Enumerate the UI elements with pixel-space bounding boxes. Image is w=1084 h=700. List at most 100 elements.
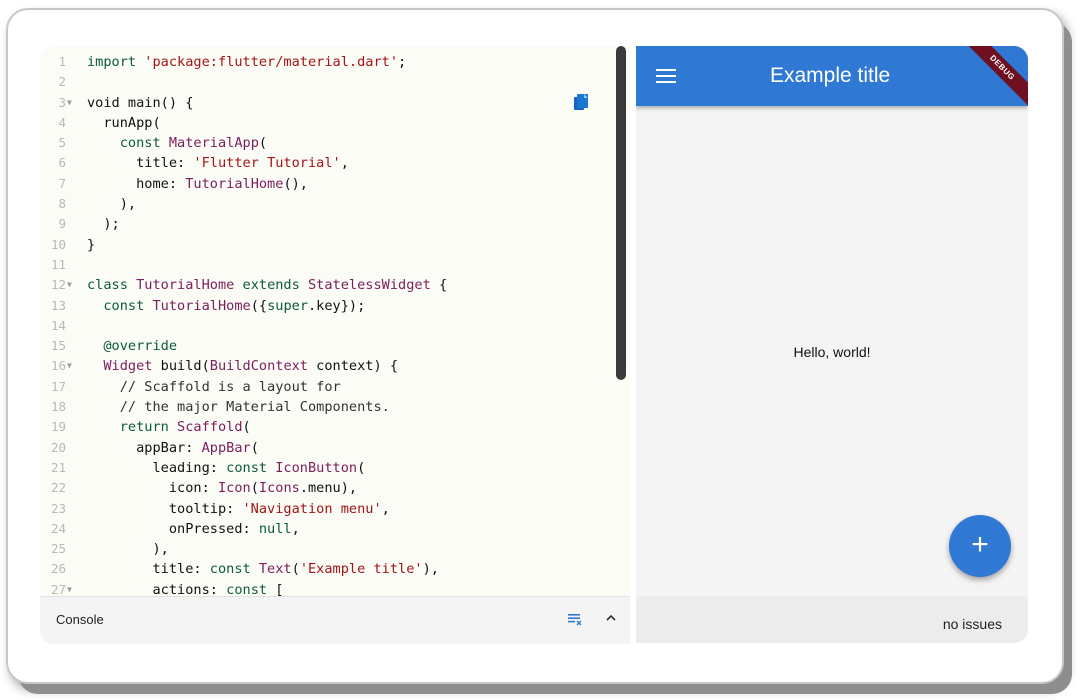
fold-gutter bbox=[66, 72, 77, 92]
code-text: title: const Text('Example title'), bbox=[87, 561, 439, 578]
line-number: 18 bbox=[50, 399, 66, 415]
code-text: ), bbox=[87, 541, 169, 558]
code-line[interactable]: 8 ), bbox=[40, 194, 630, 214]
line-number: 3 bbox=[58, 94, 66, 110]
code-line[interactable]: 21 leading: const IconButton( bbox=[40, 458, 630, 478]
fold-gutter bbox=[66, 336, 77, 356]
line-number: 4 bbox=[58, 114, 66, 130]
code-line[interactable]: 7 home: TutorialHome(), bbox=[40, 174, 630, 194]
line-number: 24 bbox=[50, 520, 66, 536]
console-label: Console bbox=[56, 612, 104, 627]
code-line[interactable]: 15 @override bbox=[40, 336, 630, 356]
code-line[interactable]: 25 ), bbox=[40, 539, 630, 559]
code-line[interactable]: 26 title: const Text('Example title'), bbox=[40, 559, 630, 579]
code-line[interactable]: 13 const TutorialHome({super.key}); bbox=[40, 296, 630, 316]
fold-gutter bbox=[66, 438, 77, 458]
code-text: @override bbox=[103, 338, 178, 355]
line-number: 23 bbox=[50, 500, 66, 516]
code-line[interactable]: 22 icon: Icon(Icons.menu), bbox=[40, 478, 630, 498]
code-lines[interactable]: 1 import 'package:flutter/material.dart';… bbox=[40, 52, 630, 600]
fold-gutter bbox=[66, 377, 77, 397]
fold-gutter bbox=[66, 499, 77, 519]
line-number: 19 bbox=[50, 419, 66, 435]
line-number: 16 bbox=[50, 358, 66, 374]
code-text: title: 'Flutter Tutorial', bbox=[87, 155, 349, 172]
menu-icon[interactable] bbox=[656, 68, 676, 84]
code-line[interactable]: 12 ▼ class TutorialHome extends StatelessW… bbox=[40, 275, 630, 295]
editor-scrollbar[interactable] bbox=[616, 46, 626, 380]
fold-gutter bbox=[66, 113, 77, 133]
line-number: 13 bbox=[50, 297, 66, 313]
console-bar: Console bbox=[40, 596, 630, 644]
line-number: 8 bbox=[58, 196, 66, 212]
code-text: // the major Material Components. bbox=[87, 399, 390, 416]
code-text: appBar: AppBar( bbox=[87, 439, 259, 456]
fold-gutter bbox=[66, 397, 77, 417]
line-number: 1 bbox=[58, 54, 66, 69]
code-line[interactable]: 20 appBar: AppBar( bbox=[40, 438, 630, 458]
app-title: Example title bbox=[770, 64, 891, 87]
status-bar: no issues bbox=[636, 596, 1028, 643]
code-text: const MaterialApp( bbox=[119, 135, 268, 152]
code-line[interactable]: 24 onPressed: null, bbox=[40, 519, 630, 539]
code-line[interactable]: 2 bbox=[40, 72, 630, 92]
code-line[interactable]: 10} bbox=[40, 235, 630, 255]
code-line[interactable]: 18 // the major Material Components. bbox=[40, 397, 630, 417]
fold-gutter bbox=[66, 316, 77, 336]
add-fab-button[interactable]: + bbox=[949, 515, 1011, 577]
code-line[interactable]: 14 bbox=[40, 316, 630, 336]
code-line[interactable]: 19 return Scaffold( bbox=[40, 417, 630, 437]
status-text: no issues bbox=[942, 616, 1002, 632]
code-text: runApp( bbox=[87, 114, 161, 131]
fold-arrow-icon[interactable]: ▼ bbox=[66, 356, 77, 376]
fold-gutter bbox=[66, 417, 77, 437]
line-number: 5 bbox=[58, 135, 66, 151]
code-line[interactable]: 4 runApp( bbox=[40, 113, 630, 133]
line-number: 22 bbox=[50, 480, 66, 496]
code-text: class TutorialHome extends StatelessWidg… bbox=[87, 277, 448, 294]
code-text: Widget build(BuildContext context) { bbox=[103, 358, 399, 375]
code-text: ); bbox=[87, 216, 120, 233]
code-line[interactable]: 3 ▼ void main() { bbox=[40, 93, 630, 113]
code-line[interactable]: 16 ▼ Widget build(BuildContext context) { bbox=[40, 356, 630, 376]
code-line[interactable]: 11 bbox=[40, 255, 630, 275]
fold-gutter bbox=[66, 296, 77, 316]
line-number: 12 bbox=[50, 277, 66, 293]
clear-console-icon[interactable] bbox=[568, 614, 582, 626]
code-text: icon: Icon(Icons.menu), bbox=[87, 480, 358, 497]
code-line[interactable]: 17 // Scaffold is a layout for bbox=[40, 377, 630, 397]
line-number: 25 bbox=[50, 541, 66, 557]
code-text: leading: const IconButton( bbox=[87, 459, 366, 476]
app-preview: Example title DEBUG Hello, world! + bbox=[636, 46, 1028, 596]
fold-gutter bbox=[66, 235, 77, 255]
line-number: 9 bbox=[58, 216, 66, 232]
code-line[interactable]: 5 const MaterialApp( bbox=[40, 133, 630, 153]
code-line[interactable]: 23 tooltip: 'Navigation menu', bbox=[40, 499, 630, 519]
fold-gutter bbox=[66, 52, 77, 72]
app-bar: Example title bbox=[636, 46, 1028, 106]
fold-gutter bbox=[66, 174, 77, 194]
line-number: 10 bbox=[50, 236, 66, 252]
code-text: void main() { bbox=[87, 94, 194, 111]
chevron-up-icon[interactable] bbox=[604, 611, 618, 625]
line-number: 21 bbox=[50, 459, 66, 475]
line-number: 11 bbox=[50, 256, 66, 272]
fold-gutter bbox=[66, 519, 77, 539]
line-number: 17 bbox=[50, 378, 66, 394]
line-number: 15 bbox=[50, 338, 66, 354]
fold-arrow-icon[interactable]: ▼ bbox=[66, 275, 77, 295]
fold-gutter bbox=[66, 539, 77, 559]
fold-arrow-icon[interactable]: ▼ bbox=[66, 93, 77, 113]
line-number: 6 bbox=[58, 155, 66, 171]
code-editor[interactable]: 1 import 'package:flutter/material.dart';… bbox=[40, 46, 630, 643]
code-text: onPressed: null, bbox=[87, 520, 300, 537]
fold-gutter bbox=[66, 133, 77, 153]
code-line[interactable]: 9 ); bbox=[40, 214, 630, 234]
copy-icon[interactable] bbox=[573, 94, 589, 112]
code-line[interactable]: 1 import 'package:flutter/material.dart'; bbox=[40, 52, 630, 72]
code-line[interactable]: 6 title: 'Flutter Tutorial', bbox=[40, 153, 630, 173]
fold-gutter bbox=[66, 153, 77, 173]
